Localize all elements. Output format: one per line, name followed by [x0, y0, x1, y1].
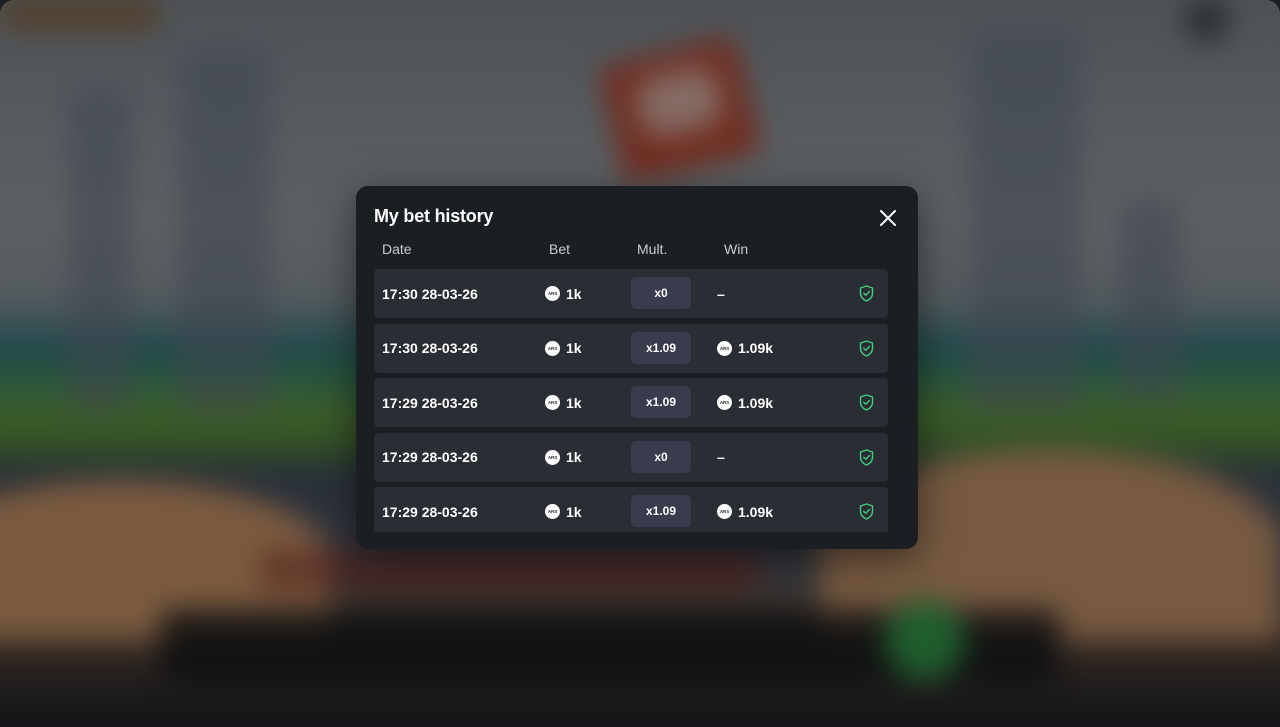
multiplier-badge: x0 [631, 277, 691, 309]
bet-date: 17:29 28-03-26 [382, 503, 478, 520]
verify-button[interactable] [859, 339, 874, 357]
currency-coin-icon: ARS [545, 449, 560, 465]
bet-amount-value: 1k [566, 394, 582, 411]
close-button[interactable] [878, 208, 898, 228]
bet-amount: ARS 1k [545, 433, 582, 482]
bet-date: 17:29 28-03-26 [382, 449, 478, 465]
verify-button[interactable] [859, 394, 874, 411]
table-row: 17:29 28-03-26 ARS 1k x1.09 ARS 1.09k [374, 378, 888, 427]
currency-coin-icon: ARS [717, 395, 732, 410]
shield-check-icon [859, 503, 874, 520]
bet-amount: ARS 1k [545, 324, 582, 373]
table-row: 17:30 28-03-26 ARS 1k x0 – [374, 269, 888, 318]
multiplier-badge: x1.09 [631, 495, 691, 527]
multiplier-badge: x1.09 [631, 331, 691, 364]
bet-amount-value: 1k [566, 340, 582, 356]
win-amount: ARS 1.09k [717, 324, 773, 373]
currency-coin-icon: ARS [545, 340, 560, 356]
table-row: 17:29 28-03-26 ARS 1k x0 – [374, 432, 888, 482]
verify-button[interactable] [859, 503, 874, 520]
win-amount-value: 1.09k [738, 503, 774, 520]
currency-coin-icon: ARS [717, 340, 732, 356]
multiplier-badge: x0 [631, 440, 691, 473]
bet-amount: ARS 1k [545, 269, 582, 318]
bet-date: 17:30 28-03-26 [382, 285, 478, 302]
currency-coin-icon: ARS [717, 504, 732, 519]
bet-history-modal: My bet history Date Bet Mult. Win 17:30 … [356, 186, 918, 549]
shield-check-icon [859, 448, 874, 466]
bet-amount: ARS 1k [545, 378, 582, 427]
win-amount: – [717, 433, 725, 482]
bet-amount-value: 1k [566, 503, 582, 520]
win-amount-value: – [717, 285, 725, 302]
shield-check-icon [859, 339, 874, 357]
column-header-mult: Mult. [637, 241, 668, 257]
win-amount: – [717, 269, 725, 318]
bet-amount-value: 1k [566, 285, 582, 302]
currency-coin-icon: ARS [545, 504, 560, 519]
win-amount-value: 1.09k [738, 394, 774, 411]
multiplier-badge: x1.09 [631, 386, 691, 418]
column-header-date: Date [382, 241, 412, 257]
modal-title: My bet history [374, 206, 494, 226]
bet-history-list: 17:30 28-03-26 ARS 1k x0–17:30 28-03-26 ARS 1… [374, 269, 888, 532]
shield-check-icon [859, 394, 874, 411]
shield-check-icon [859, 285, 874, 302]
win-amount-value: 1.09k [738, 340, 774, 356]
bet-date: 17:30 28-03-26 [382, 340, 478, 356]
verify-button[interactable] [859, 448, 874, 466]
currency-coin-icon: ARS [545, 395, 560, 410]
win-amount: ARS 1.09k [717, 378, 773, 427]
bet-amount: ARS 1k [545, 487, 582, 532]
close-icon [880, 210, 896, 226]
verify-button[interactable] [859, 285, 874, 302]
bet-date: 17:29 28-03-26 [382, 394, 478, 411]
column-header-win: Win [724, 241, 749, 257]
table-row: 17:29 28-03-26 ARS 1k x1.09 ARS 1.09k [374, 487, 888, 532]
win-amount: ARS 1.09k [717, 487, 773, 532]
table-row: 17:30 28-03-26 ARS 1k x1.09 ARS 1.09k [374, 323, 888, 373]
win-amount-value: – [717, 449, 725, 465]
column-header-bet: Bet [549, 241, 571, 257]
currency-coin-icon: ARS [545, 286, 560, 301]
bet-amount-value: 1k [566, 449, 582, 465]
